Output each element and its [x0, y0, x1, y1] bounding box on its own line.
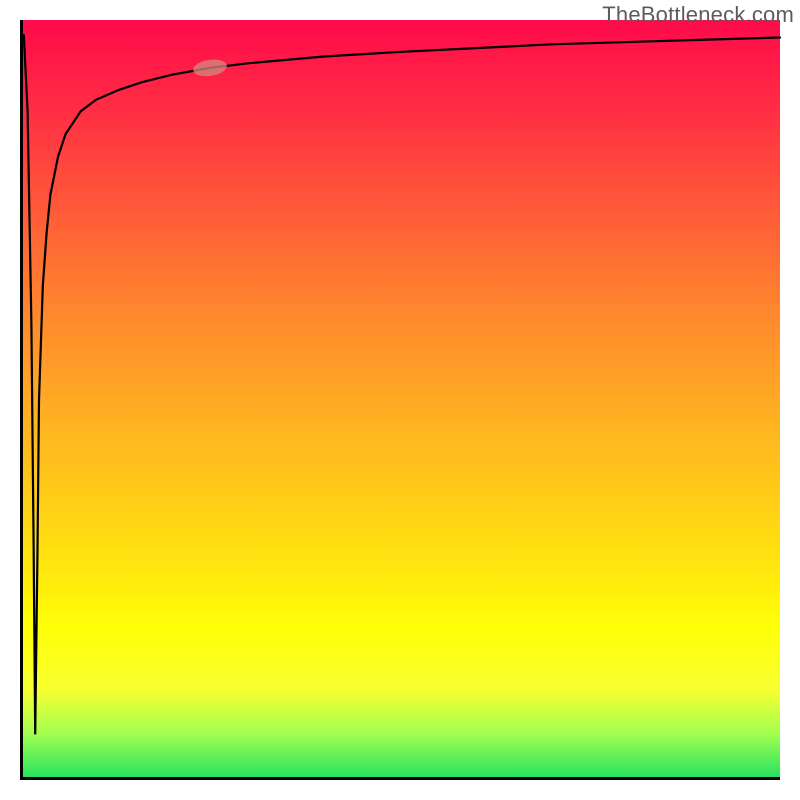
bottleneck-curve — [24, 35, 780, 734]
curve-layer — [20, 20, 780, 780]
y-axis — [20, 20, 23, 780]
chart-root: TheBottleneck.com — [0, 0, 800, 800]
x-axis — [20, 777, 780, 780]
watermark-label: TheBottleneck.com — [602, 2, 794, 28]
highlight-marker-icon — [192, 57, 228, 78]
plot-area — [20, 20, 780, 780]
